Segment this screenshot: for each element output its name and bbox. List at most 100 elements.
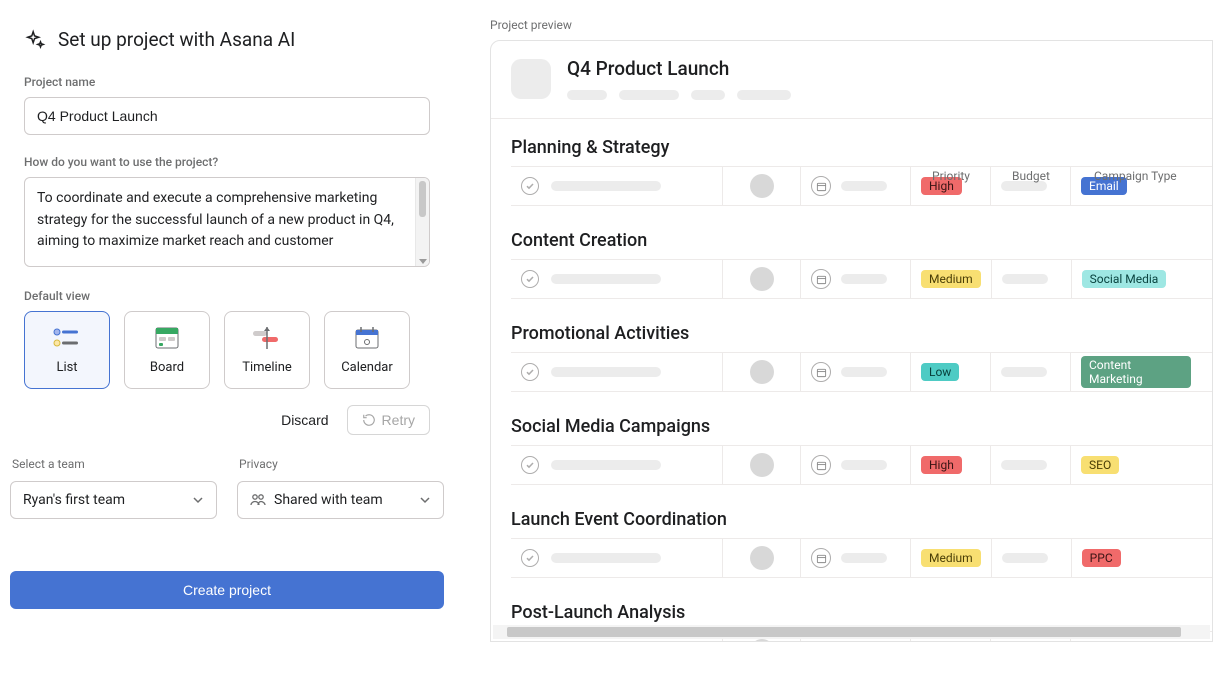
project-avatar bbox=[511, 59, 551, 99]
ai-sparkle-icon bbox=[24, 29, 46, 51]
section-title: Planning & Strategy bbox=[511, 137, 1212, 158]
section-title: Post-Launch Analysis bbox=[511, 602, 1212, 623]
view-option-list[interactable]: List bbox=[24, 311, 110, 389]
col-header-type: Campaign Type bbox=[1092, 169, 1212, 183]
calendar-icon bbox=[811, 362, 831, 382]
view-option-board[interactable]: Board bbox=[124, 311, 210, 389]
team-select[interactable]: Ryan's first team bbox=[10, 481, 217, 519]
task-assignee-cell bbox=[723, 446, 801, 484]
view-option-calendar[interactable]: Calendar bbox=[324, 311, 410, 389]
retry-button[interactable]: Retry bbox=[347, 405, 430, 435]
view-option-label: Board bbox=[150, 360, 184, 375]
discard-button[interactable]: Discard bbox=[281, 412, 328, 428]
task-assignee-cell bbox=[723, 260, 801, 298]
avatar bbox=[750, 174, 774, 198]
check-circle-icon[interactable] bbox=[521, 549, 539, 567]
project-name-label: Project name bbox=[24, 75, 430, 89]
priority-chip: Low bbox=[921, 363, 959, 381]
task-budget-cell bbox=[991, 446, 1071, 484]
horizontal-scrollbar[interactable] bbox=[493, 625, 1210, 639]
task-name-cell bbox=[511, 260, 723, 298]
usage-label: How do you want to use the project? bbox=[24, 155, 430, 169]
task-name-skeleton bbox=[551, 367, 661, 377]
campaign-type-chip: Content Marketing bbox=[1081, 356, 1191, 388]
sections-list: Planning & Strategy High Email Content C… bbox=[491, 119, 1212, 641]
privacy-label: Privacy bbox=[239, 457, 444, 471]
avatar bbox=[750, 639, 774, 641]
calendar-icon bbox=[811, 176, 831, 196]
tab-skeleton bbox=[619, 90, 679, 100]
team-value: Ryan's first team bbox=[23, 492, 125, 508]
task-row[interactable]: Medium PPC bbox=[511, 538, 1212, 578]
preview-panel: Project preview Q4 Product Launch Priori… bbox=[472, 0, 1213, 694]
view-option-timeline[interactable]: Timeline bbox=[224, 311, 310, 389]
chevron-down-icon bbox=[192, 494, 204, 506]
campaign-type-chip: PPC bbox=[1082, 549, 1121, 567]
check-circle-icon[interactable] bbox=[521, 363, 539, 381]
task-row[interactable]: Medium Social Media bbox=[511, 259, 1212, 299]
section-block: Promotional Activities Low Content Marke… bbox=[511, 323, 1212, 392]
avatar bbox=[750, 453, 774, 477]
calendar-icon bbox=[811, 269, 831, 289]
task-name-cell bbox=[511, 446, 723, 484]
scrollbar-thumb[interactable] bbox=[507, 627, 1181, 637]
task-type-cell: Content Marketing bbox=[1071, 353, 1201, 391]
tab-skeleton bbox=[737, 90, 791, 100]
avatar bbox=[750, 267, 774, 291]
calendar-icon bbox=[352, 326, 382, 350]
task-name-cell bbox=[511, 167, 723, 205]
campaign-type-chip: SEO bbox=[1081, 456, 1119, 474]
task-name-skeleton bbox=[551, 460, 661, 470]
tab-skeleton bbox=[567, 90, 607, 100]
avatar bbox=[750, 546, 774, 570]
view-option-label: List bbox=[56, 360, 77, 375]
budget-skeleton bbox=[1001, 460, 1047, 470]
check-circle-icon[interactable] bbox=[521, 177, 539, 195]
usage-textarea[interactable]: To coordinate and execute a comprehensiv… bbox=[25, 178, 415, 266]
check-circle-icon[interactable] bbox=[521, 270, 539, 288]
task-budget-cell bbox=[992, 260, 1072, 298]
task-priority-cell: Medium bbox=[911, 260, 992, 298]
budget-skeleton bbox=[1002, 553, 1048, 563]
team-label: Select a team bbox=[12, 457, 217, 471]
selects-row: Select a team Ryan's first team Privacy … bbox=[10, 457, 444, 519]
task-row[interactable]: High SEO bbox=[511, 445, 1212, 485]
project-name-input[interactable] bbox=[24, 97, 430, 135]
form-actions: Discard Retry bbox=[24, 405, 430, 435]
preview-tabs bbox=[567, 90, 791, 100]
preview-project-title: Q4 Product Launch bbox=[567, 57, 791, 80]
budget-skeleton bbox=[1001, 367, 1047, 377]
date-skeleton bbox=[841, 553, 887, 563]
retry-icon bbox=[362, 413, 376, 427]
preview-content: Q4 Product Launch Priority Budget Campai… bbox=[491, 41, 1212, 641]
panel-title: Set up project with Asana AI bbox=[58, 28, 295, 51]
view-options: List Board bbox=[24, 311, 430, 389]
task-priority-cell: Low bbox=[911, 353, 991, 391]
task-name-skeleton bbox=[551, 553, 661, 563]
setup-panel: Set up project with Asana AI Project nam… bbox=[0, 0, 472, 694]
task-name-skeleton bbox=[551, 181, 661, 191]
check-circle-icon[interactable] bbox=[521, 456, 539, 474]
preview-label: Project preview bbox=[490, 18, 1213, 32]
task-budget-cell bbox=[992, 539, 1072, 577]
date-skeleton bbox=[841, 460, 887, 470]
textarea-scrollbar[interactable] bbox=[415, 178, 429, 266]
task-assignee-cell bbox=[723, 167, 801, 205]
date-skeleton bbox=[841, 367, 887, 377]
task-budget-cell bbox=[991, 353, 1071, 391]
calendar-icon bbox=[811, 455, 831, 475]
task-date-cell bbox=[801, 353, 911, 391]
section-title: Social Media Campaigns bbox=[511, 416, 1212, 437]
date-skeleton bbox=[841, 181, 887, 191]
create-project-button[interactable]: Create project bbox=[10, 571, 444, 609]
retry-label: Retry bbox=[382, 412, 415, 428]
task-assignee-cell bbox=[723, 539, 801, 577]
task-row[interactable]: Low Content Marketing bbox=[511, 352, 1212, 392]
task-date-cell bbox=[801, 539, 911, 577]
task-type-cell: PPC bbox=[1072, 539, 1202, 577]
privacy-select[interactable]: Shared with team bbox=[237, 481, 444, 519]
col-header-budget: Budget bbox=[1012, 169, 1092, 183]
list-icon bbox=[52, 326, 82, 350]
task-date-cell bbox=[801, 167, 911, 205]
preview-header: Q4 Product Launch bbox=[491, 41, 1212, 108]
